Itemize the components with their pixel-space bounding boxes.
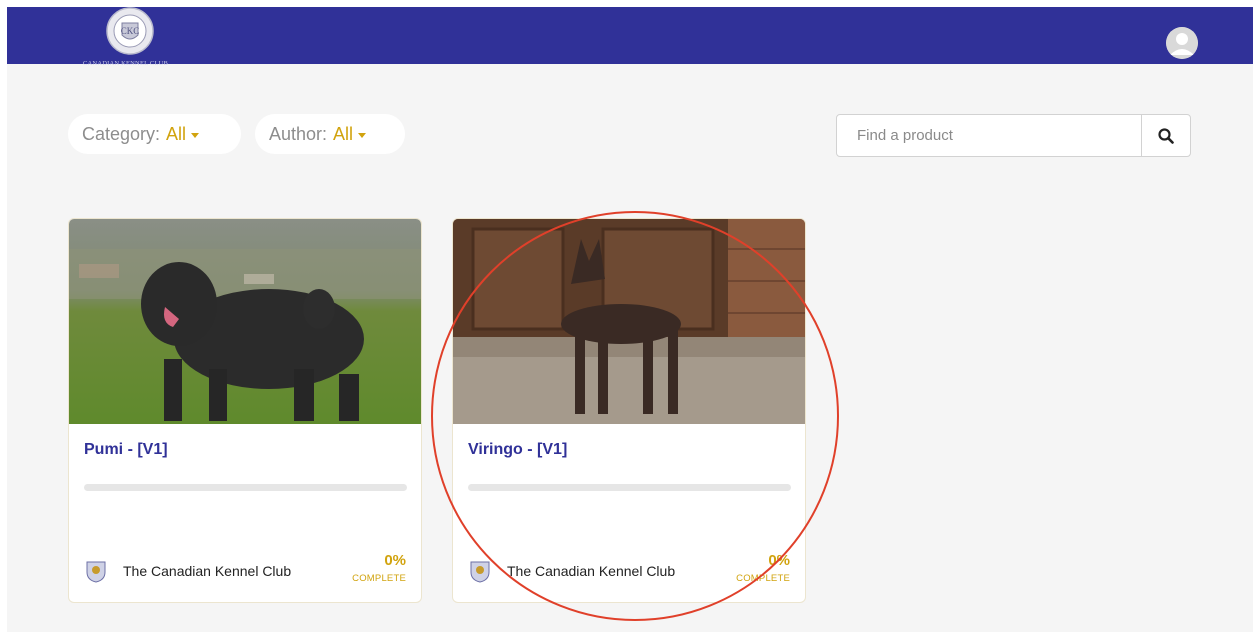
ckc-crest-icon[interactable]: CKC — [102, 7, 158, 59]
completion-label: COMPLETE — [352, 573, 406, 584]
product-title[interactable]: Viringo - [V1] — [468, 441, 567, 459]
caret-down-icon — [191, 132, 200, 138]
category-filter-label: Category: — [82, 123, 161, 144]
product-search — [836, 114, 1191, 157]
progress-bar — [468, 484, 791, 491]
caret-down-icon — [358, 132, 367, 138]
completion-label: COMPLETE — [736, 573, 790, 584]
completion-percent: 0% — [768, 552, 790, 569]
product-card[interactable]: Viringo - [V1] The Canadian Kennel Club … — [452, 218, 806, 603]
author-name: The Canadian Kennel Club — [507, 563, 676, 579]
author-filter-label: Author: — [269, 123, 328, 144]
category-filter[interactable]: Category: All — [68, 114, 241, 154]
search-button[interactable] — [1141, 115, 1190, 156]
author-name: The Canadian Kennel Club — [123, 563, 292, 579]
top-navigation-bar: CKC CANADIAN KENNEL CLUB — [7, 7, 1253, 67]
black-curly-dog-photo[interactable] — [69, 219, 421, 424]
search-icon — [1158, 127, 1174, 144]
svg-text:CKC: CKC — [121, 26, 140, 36]
author-filter[interactable]: Author: All — [255, 114, 405, 154]
author-filter-value[interactable]: All — [333, 124, 353, 145]
author-crest-icon — [470, 561, 490, 583]
author-crest-icon — [86, 561, 106, 583]
hairless-dog-photo[interactable] — [453, 219, 805, 424]
user-avatar-icon[interactable] — [1166, 27, 1198, 59]
progress-bar — [84, 484, 407, 491]
completion-percent: 0% — [384, 552, 406, 569]
category-filter-value[interactable]: All — [166, 124, 186, 145]
product-card[interactable]: Pumi - [V1] The Canadian Kennel Club 0% … — [68, 218, 422, 603]
search-input[interactable] — [837, 115, 1141, 156]
logo-wordmark: CANADIAN KENNEL CLUB — [83, 60, 169, 67]
product-title[interactable]: Pumi - [V1] — [84, 441, 168, 459]
